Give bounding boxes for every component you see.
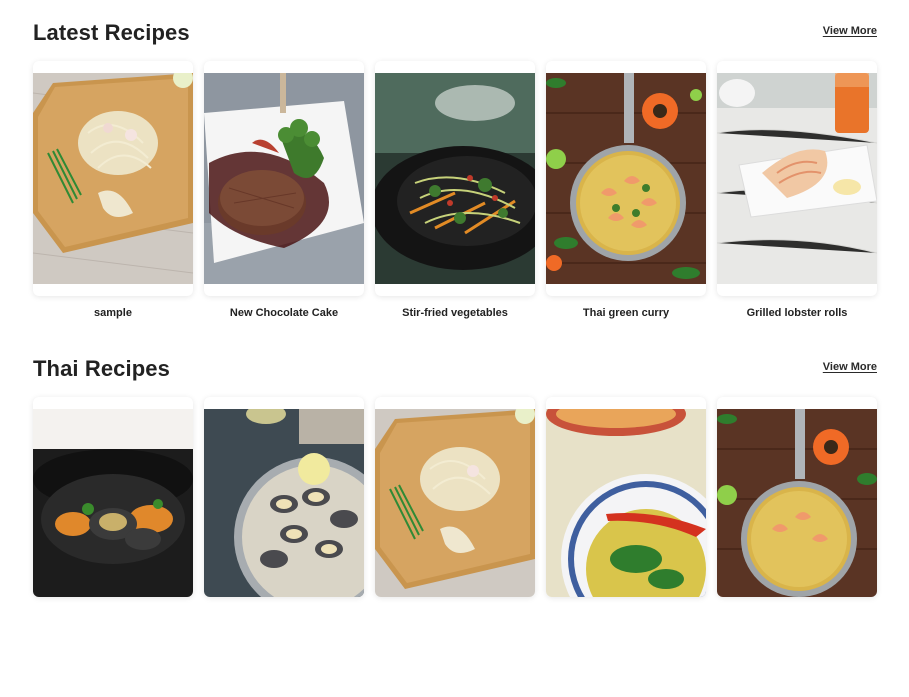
section-header: Thai Recipes View More <box>33 356 877 388</box>
recipe-image-card[interactable] <box>204 397 364 597</box>
view-more-link[interactable]: View More <box>823 25 877 37</box>
noodle-salad-image <box>33 73 193 284</box>
recipe-image-card[interactable] <box>717 397 877 597</box>
recipe-image-card[interactable] <box>375 61 535 296</box>
recipe-card[interactable] <box>546 397 706 667</box>
recipe-image-card[interactable] <box>204 61 364 296</box>
recipe-card[interactable]: Grilled lobster rolls <box>717 61 877 331</box>
recipe-title[interactable]: sample <box>33 307 193 319</box>
lobster-plate-image <box>717 73 877 284</box>
recipe-card[interactable]: sample <box>33 61 193 331</box>
recipe-title[interactable]: Thai green curry <box>546 307 706 319</box>
section-header: Latest Recipes View More <box>33 20 877 52</box>
thai-recipes-section: Thai Recipes View More <box>33 356 877 597</box>
recipe-image-card[interactable] <box>717 61 877 296</box>
recipe-card[interactable] <box>717 397 877 667</box>
recipe-card[interactable]: Stir-fried vegetables <box>375 61 535 331</box>
recipe-image-card[interactable] <box>33 61 193 296</box>
recipe-title[interactable]: New Chocolate Cake <box>204 307 364 319</box>
section-title: Thai Recipes <box>33 356 170 381</box>
recipe-card-list <box>33 397 877 697</box>
recipe-card[interactable] <box>375 397 535 667</box>
view-more-link[interactable]: View More <box>823 361 877 373</box>
recipe-title[interactable]: Grilled lobster rolls <box>717 307 877 319</box>
recipe-card[interactable]: Thai green curry <box>546 61 706 331</box>
recipe-card[interactable] <box>204 397 364 667</box>
recipe-image-card[interactable] <box>375 397 535 597</box>
recipe-image-card[interactable] <box>33 397 193 597</box>
latest-recipes-section: Latest Recipes View More sample New Choc… <box>33 20 877 319</box>
recipe-card-list: sample New Chocolate Cake Stir-fried veg… <box>33 61 877 361</box>
section-title: Latest Recipes <box>33 20 190 45</box>
recipe-card[interactable]: New Chocolate Cake <box>204 61 364 331</box>
recipe-image-card[interactable] <box>546 61 706 296</box>
shrimp-curry-image <box>546 73 706 284</box>
recipe-title[interactable]: Stir-fried vegetables <box>375 307 535 319</box>
steak-image <box>204 73 364 284</box>
stir-fry-image <box>375 73 535 284</box>
recipe-image-card[interactable] <box>546 397 706 597</box>
recipe-card[interactable] <box>33 397 193 667</box>
